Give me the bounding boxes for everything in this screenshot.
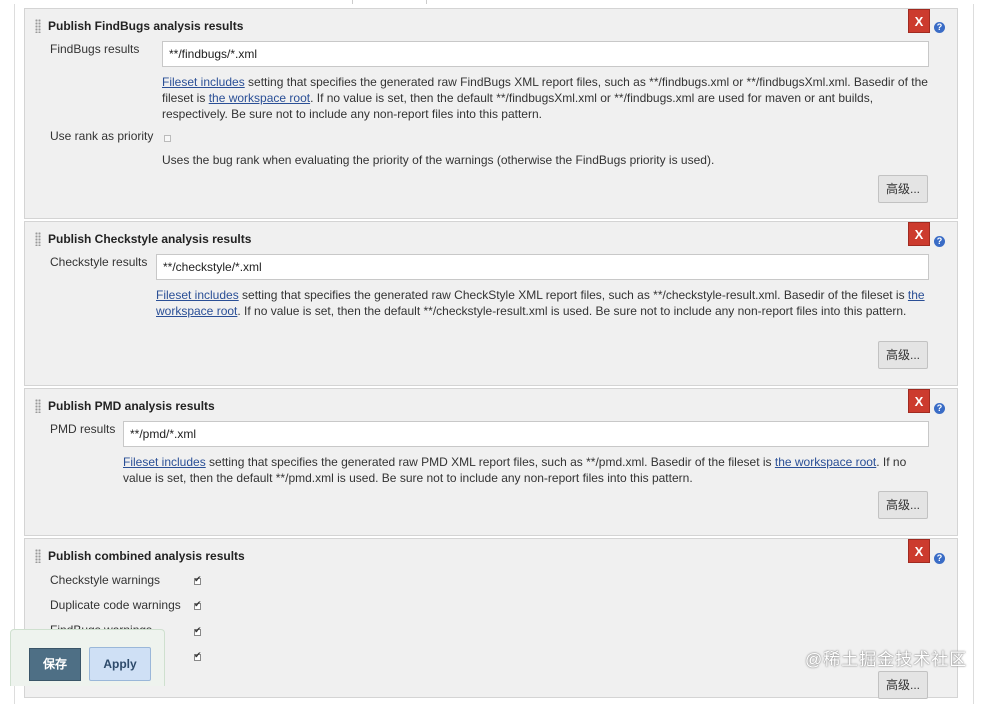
section-title: Publish combined analysis results (48, 549, 245, 563)
drag-handle-icon[interactable] (35, 399, 41, 413)
delete-section-button[interactable]: X (908, 539, 930, 563)
fileset-includes-link[interactable]: Fileset includes (123, 455, 206, 469)
description-text: setting that specifies the generated raw… (238, 288, 908, 302)
drag-handle-icon[interactable] (35, 232, 41, 246)
description-text: . If no value is set, then the default *… (237, 304, 907, 318)
use-rank-checkbox[interactable] (164, 135, 171, 142)
pmd-section: Publish PMD analysis results X ? PMD res… (24, 388, 958, 536)
findbugs-results-description: Fileset includes setting that specifies … (162, 74, 932, 122)
delete-section-button[interactable]: X (908, 9, 930, 33)
apply-button[interactable]: Apply (89, 647, 151, 681)
findbugs-section: Publish FindBugs analysis results X ? Fi… (24, 8, 958, 219)
save-button[interactable]: 保存 (29, 648, 81, 681)
checkstyle-results-input[interactable] (156, 254, 929, 280)
checkstyle-warnings-checkbox[interactable] (194, 574, 202, 585)
help-icon[interactable]: ? (934, 403, 945, 414)
pmd-results-description: Fileset includes setting that specifies … (123, 454, 923, 486)
pmd-results-label: PMD results (50, 422, 116, 436)
use-rank-label: Use rank as priority (50, 129, 154, 143)
fileset-includes-link[interactable]: Fileset includes (156, 288, 239, 302)
section-title: Publish PMD analysis results (48, 399, 215, 413)
watermark: @稀土掘金技术社区 (805, 650, 968, 669)
advanced-button[interactable]: 高级... (878, 175, 928, 203)
checkstyle-warnings-label: Checkstyle warnings (50, 573, 161, 587)
workspace-root-link[interactable]: the workspace root (775, 455, 876, 469)
pmd-results-input[interactable] (123, 421, 929, 447)
checkstyle-results-description: Fileset includes setting that specifies … (156, 287, 926, 319)
checkstyle-results-label: Checkstyle results (50, 255, 148, 269)
delete-section-button[interactable]: X (908, 222, 930, 246)
save-bar: 保存 Apply (10, 629, 165, 686)
section-title: Publish Checkstyle analysis results (48, 232, 252, 246)
drag-handle-icon[interactable] (35, 549, 41, 563)
duplicate-code-warnings-checkbox[interactable] (194, 599, 202, 610)
findbugs-results-label: FindBugs results (50, 42, 140, 56)
drag-handle-icon[interactable] (35, 19, 41, 33)
use-rank-description: Uses the bug rank when evaluating the pr… (162, 153, 715, 167)
delete-section-button[interactable]: X (908, 389, 930, 413)
advanced-button[interactable]: 高级... (878, 491, 928, 519)
option-checkbox[interactable] (194, 650, 202, 661)
findbugs-results-input[interactable] (162, 41, 929, 67)
fileset-includes-link[interactable]: Fileset includes (162, 75, 245, 89)
advanced-button[interactable]: 高级... (878, 341, 928, 369)
findbugs-warnings-checkbox[interactable] (194, 625, 202, 636)
help-icon[interactable]: ? (934, 236, 945, 247)
help-icon[interactable]: ? (934, 553, 945, 564)
section-title: Publish FindBugs analysis results (48, 19, 244, 33)
advanced-button[interactable]: 高级... (878, 671, 928, 699)
description-text: setting that specifies the generated raw… (205, 455, 775, 469)
duplicate-code-warnings-label: Duplicate code warnings (50, 598, 181, 612)
help-icon[interactable]: ? (934, 22, 945, 33)
workspace-root-link[interactable]: the workspace root (209, 91, 310, 105)
checkstyle-section: Publish Checkstyle analysis results X ? … (24, 221, 958, 386)
